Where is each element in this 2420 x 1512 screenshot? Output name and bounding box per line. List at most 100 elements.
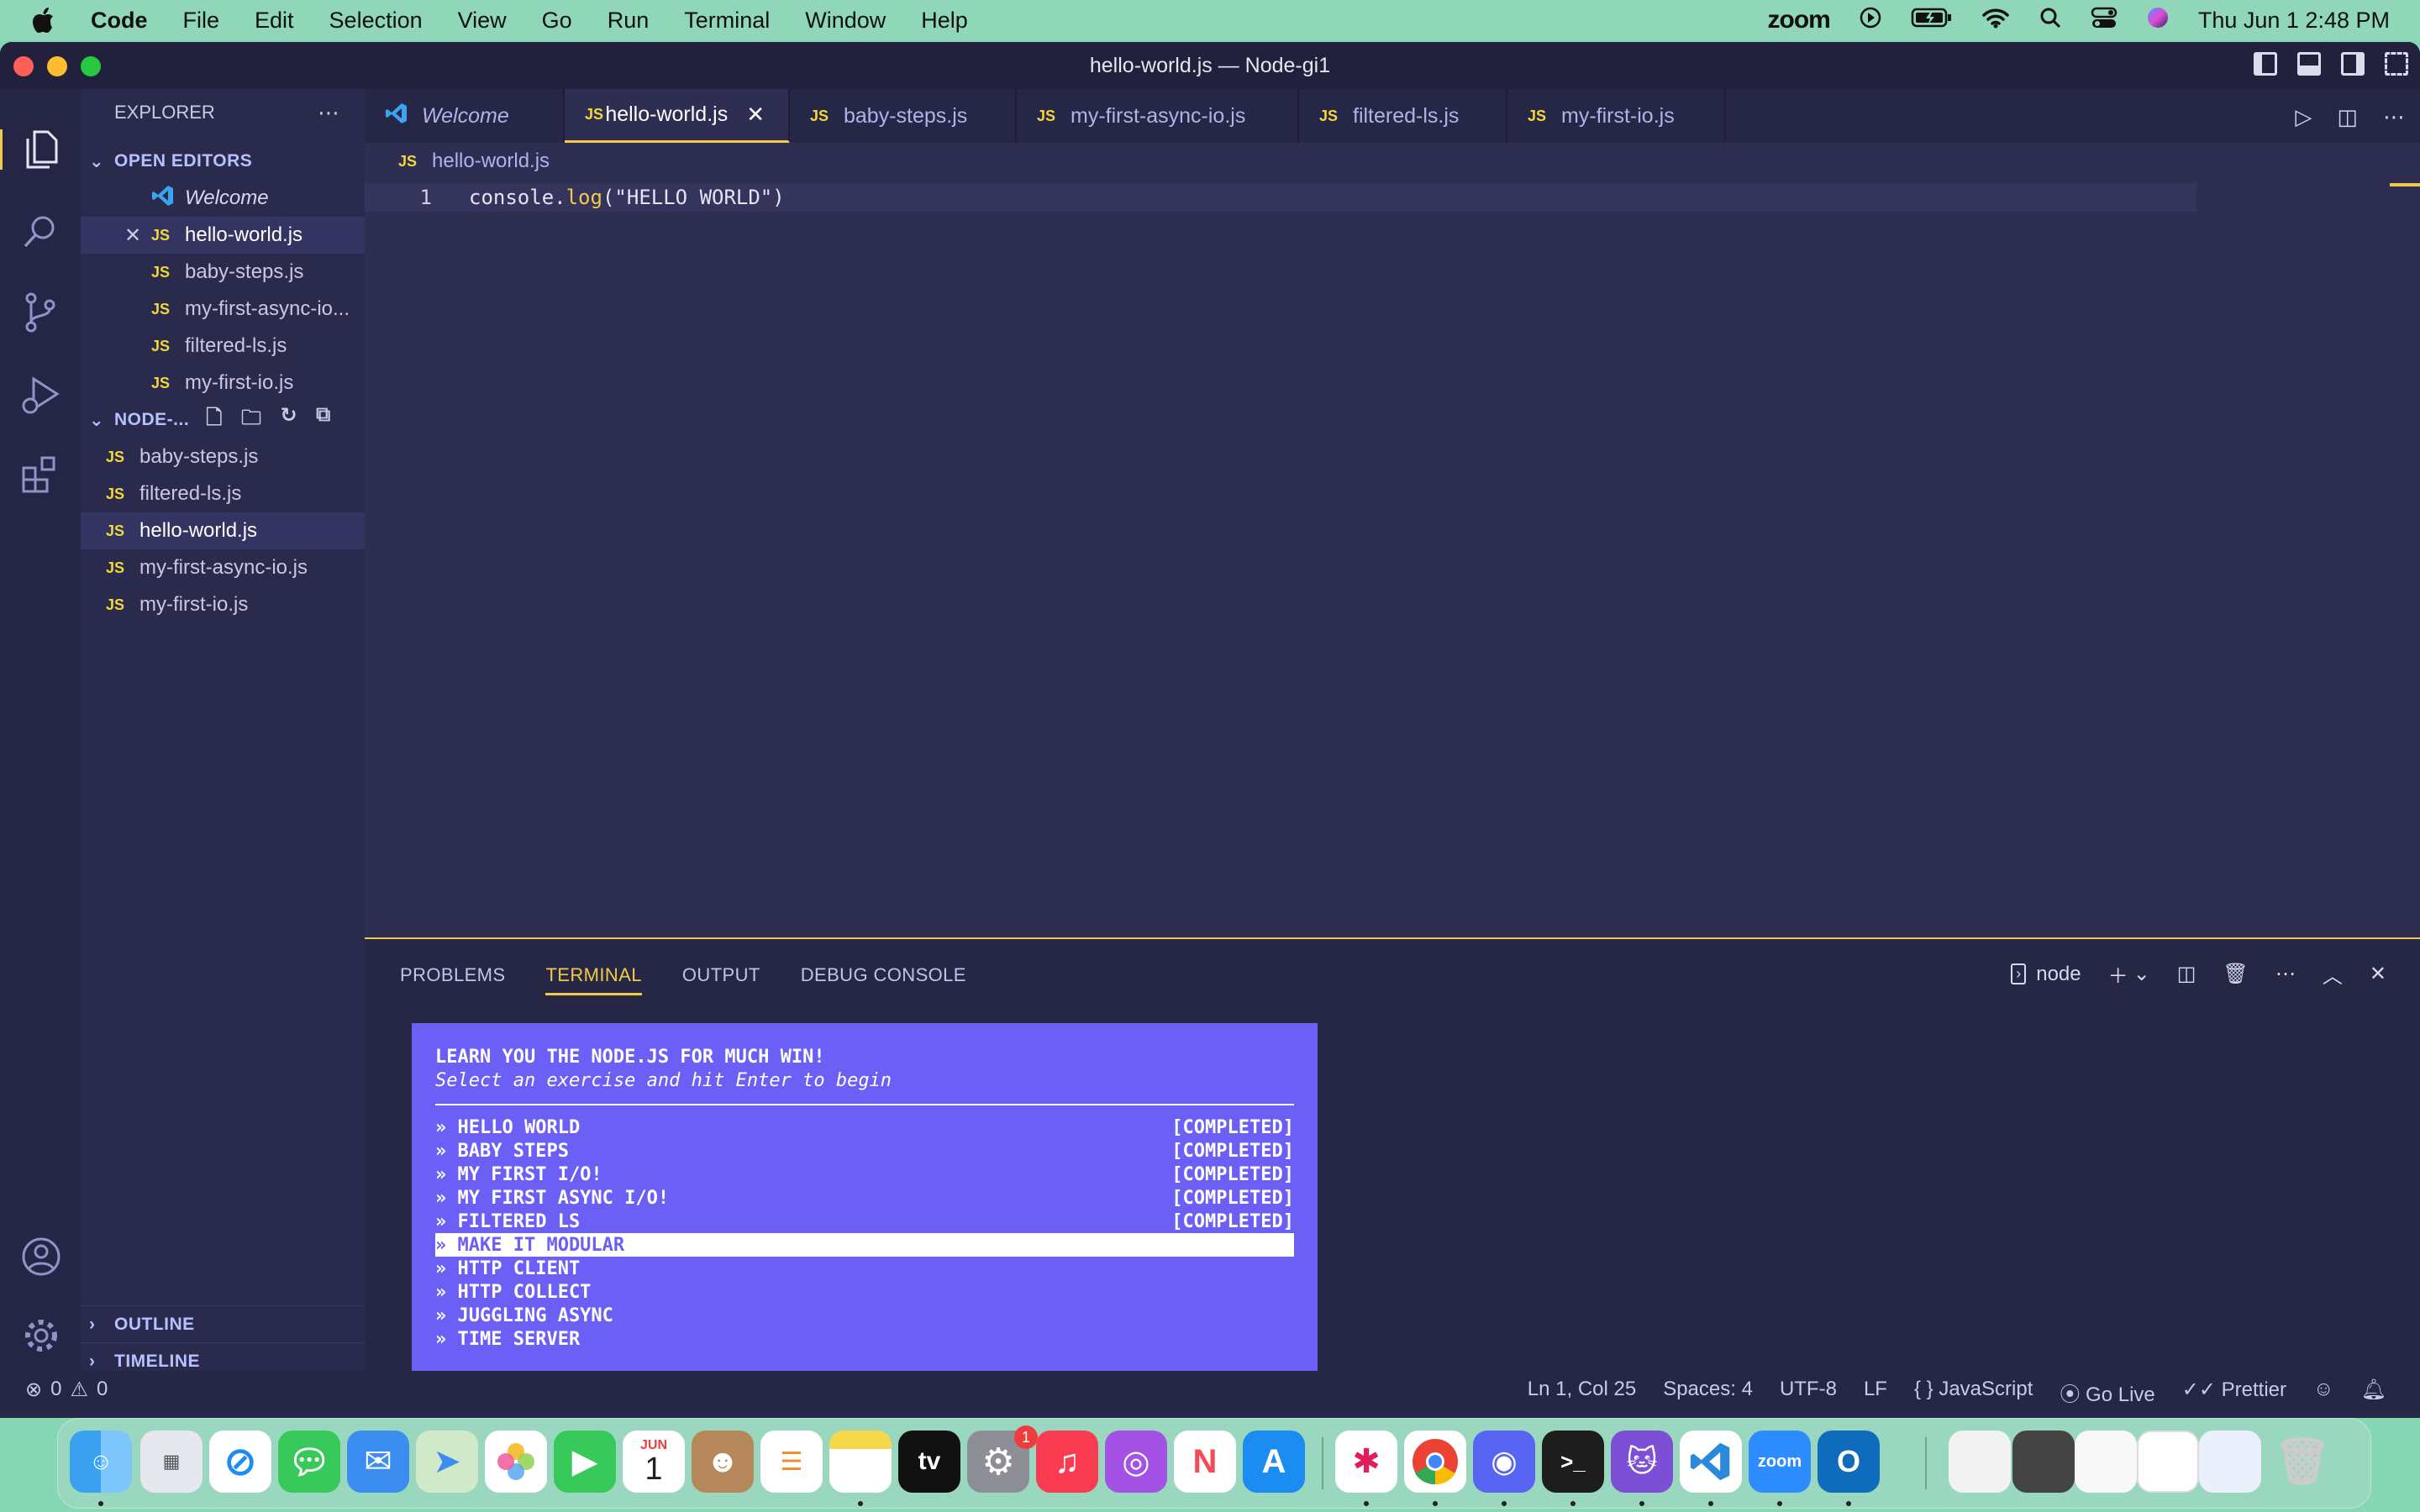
exercise-item[interactable]: » HELLO WORLD [COMPLETED] bbox=[435, 1116, 1294, 1139]
tab-my-first-io[interactable]: JS my-first-io.js bbox=[1507, 89, 1726, 143]
menu-view[interactable]: View bbox=[458, 8, 507, 34]
problems-indicator[interactable]: ⊗ 0 ⚠ 0 bbox=[25, 1378, 108, 1402]
tab-hello-world[interactable]: JS hello-world.js ✕ bbox=[565, 89, 790, 143]
go-live-button[interactable]: ⦿ Go Live bbox=[2060, 1378, 2154, 1407]
calendar-icon[interactable]: JUN 1 bbox=[623, 1431, 685, 1493]
line-endings[interactable]: LF bbox=[1864, 1378, 1887, 1407]
toggle-secondary-sidebar-icon[interactable] bbox=[2341, 52, 2365, 76]
more-actions-icon[interactable]: ⋯ bbox=[318, 100, 339, 126]
photos-icon[interactable] bbox=[485, 1431, 547, 1493]
exercise-item[interactable]: » MY FIRST ASYNC I/O! [COMPLETED] bbox=[435, 1186, 1294, 1210]
open-editor-hello-world[interactable]: ✕ JS hello-world.js bbox=[81, 217, 365, 254]
tab-problems[interactable]: PROBLEMS bbox=[400, 964, 505, 995]
exercise-item[interactable]: » HTTP CLIENT bbox=[435, 1257, 1294, 1280]
document-thumbnail-icon[interactable] bbox=[1949, 1431, 2011, 1493]
file-filtered-ls[interactable]: JS filtered-ls.js bbox=[81, 475, 365, 512]
folder-section[interactable]: ⌄ NODE-... 🗋 🗀 ↻ ⧉ bbox=[81, 402, 365, 438]
menubar-clock[interactable]: Thu Jun 1 2:48 PM bbox=[2198, 8, 2390, 34]
outline-section[interactable]: › OUTLINE bbox=[81, 1305, 365, 1342]
close-panel-icon[interactable]: ✕ bbox=[2370, 962, 2386, 986]
chevron-down-icon[interactable]: ⌄ bbox=[2133, 962, 2150, 986]
collapse-all-icon[interactable]: ⧉ bbox=[316, 403, 331, 438]
siri-icon[interactable] bbox=[2146, 6, 2170, 35]
prettier-button[interactable]: ✓✓ Prettier bbox=[2182, 1378, 2286, 1407]
exercise-item[interactable]: » BABY STEPS [COMPLETED] bbox=[435, 1139, 1294, 1163]
file-baby-steps[interactable]: JS baby-steps.js bbox=[81, 438, 365, 475]
notes-icon[interactable] bbox=[829, 1431, 892, 1493]
control-center-icon[interactable] bbox=[2091, 6, 2118, 35]
exercise-item[interactable]: » MY FIRST I/O! [COMPLETED] bbox=[435, 1163, 1294, 1186]
run-icon[interactable]: ▷ bbox=[2295, 104, 2312, 130]
code-line[interactable]: 1 console.log("HELLO WORLD") bbox=[365, 183, 2196, 212]
apple-tv-icon[interactable]: tv bbox=[898, 1431, 960, 1493]
new-terminal-icon[interactable]: ＋ bbox=[2108, 959, 2128, 989]
open-editor-my-first-async-io[interactable]: JS my-first-async-io... bbox=[81, 291, 365, 328]
trash-icon[interactable]: 🗑 bbox=[2223, 962, 2248, 986]
customize-layout-icon[interactable] bbox=[2385, 52, 2408, 76]
breadcrumb-file[interactable]: hello-world.js bbox=[432, 150, 550, 173]
more-actions-icon[interactable]: ⋯ bbox=[2383, 104, 2405, 130]
github-desktop-icon[interactable]: 🐱︎ bbox=[1611, 1431, 1673, 1493]
run-debug-icon[interactable] bbox=[20, 375, 60, 415]
language-mode[interactable]: { } JavaScript bbox=[1914, 1378, 2033, 1407]
menu-go[interactable]: Go bbox=[542, 8, 572, 34]
toggle-primary-sidebar-icon[interactable] bbox=[2254, 52, 2277, 76]
maximize-panel-icon[interactable]: ︿ bbox=[2323, 959, 2343, 989]
menu-file[interactable]: File bbox=[183, 8, 220, 34]
search-icon[interactable] bbox=[20, 212, 60, 252]
feedback-icon[interactable]: ☺ bbox=[2313, 1378, 2334, 1407]
settings-gear-icon[interactable] bbox=[20, 1315, 60, 1356]
tab-my-first-async-io[interactable]: JS my-first-async-io.js bbox=[1017, 89, 1299, 143]
exercise-item[interactable]: » JUGGLING ASYNC bbox=[435, 1304, 1294, 1327]
file-my-first-io[interactable]: JS my-first-io.js bbox=[81, 586, 365, 623]
menu-edit[interactable]: Edit bbox=[255, 8, 294, 34]
split-editor-icon[interactable]: ◫ bbox=[2337, 104, 2358, 130]
finder-icon[interactable]: ☺ bbox=[70, 1431, 132, 1493]
search-icon[interactable] bbox=[2039, 6, 2062, 35]
tab-welcome[interactable]: Welcome bbox=[365, 89, 565, 143]
tab-debug-console[interactable]: DEBUG CONSOLE bbox=[801, 964, 966, 995]
close-icon[interactable]: ✕ bbox=[124, 223, 151, 248]
file-hello-world[interactable]: JS hello-world.js bbox=[81, 512, 365, 549]
open-editor-baby-steps[interactable]: JS baby-steps.js bbox=[81, 254, 365, 291]
menu-help[interactable]: Help bbox=[921, 8, 968, 34]
close-tab-icon[interactable]: ✕ bbox=[746, 102, 765, 128]
outlook-icon[interactable]: O bbox=[1818, 1431, 1880, 1493]
refresh-icon[interactable]: ↻ bbox=[280, 403, 297, 438]
tab-output[interactable]: OUTPUT bbox=[682, 964, 760, 995]
notifications-bell-icon[interactable]: 🔔︎ bbox=[2361, 1378, 2386, 1407]
facetime-icon[interactable]: ▶ bbox=[554, 1431, 616, 1493]
split-terminal-icon[interactable]: ◫ bbox=[2177, 962, 2196, 986]
explorer-icon[interactable] bbox=[0, 129, 81, 170]
battery-icon[interactable] bbox=[1911, 7, 1953, 34]
accounts-icon[interactable] bbox=[20, 1236, 60, 1277]
exercise-item[interactable]: » HTTP COLLECT bbox=[435, 1280, 1294, 1304]
menu-run[interactable]: Run bbox=[608, 8, 650, 34]
launchpad-icon[interactable]: ▦ bbox=[140, 1431, 203, 1493]
open-editors-section[interactable]: ⌄ OPEN EDITORS bbox=[81, 143, 365, 180]
file-my-first-async-io[interactable]: JS my-first-async-io.js bbox=[81, 549, 365, 586]
cursor-position[interactable]: Ln 1, Col 25 bbox=[1528, 1378, 1636, 1407]
contacts-icon[interactable]: ☻ bbox=[692, 1431, 754, 1493]
encoding[interactable]: UTF-8 bbox=[1780, 1378, 1837, 1407]
safari-icon[interactable]: ⊘ bbox=[209, 1431, 271, 1493]
terminal-app-icon[interactable]: >_ bbox=[1542, 1431, 1604, 1493]
indentation[interactable]: Spaces: 4 bbox=[1663, 1378, 1753, 1407]
trash-icon[interactable]: 🗑︎ bbox=[2271, 1431, 2333, 1493]
open-editor-my-first-io[interactable]: JS my-first-io.js bbox=[81, 365, 365, 402]
maximize-window-button[interactable] bbox=[81, 56, 101, 76]
minimize-window-button[interactable] bbox=[47, 56, 67, 76]
zoom-status-item[interactable]: zoom bbox=[1768, 6, 1831, 34]
news-icon[interactable]: N bbox=[1174, 1431, 1236, 1493]
app-store-icon[interactable]: A bbox=[1243, 1431, 1305, 1493]
window-thumbnail-icon[interactable] bbox=[2199, 1431, 2261, 1493]
exercise-item-selected[interactable]: » MAKE IT MODULAR bbox=[435, 1233, 1294, 1257]
tab-baby-steps[interactable]: JS baby-steps.js bbox=[790, 89, 1017, 143]
code-editor[interactable]: 1 console.log("HELLO WORLD") bbox=[365, 180, 2420, 979]
new-file-icon[interactable]: 🗋 bbox=[206, 403, 223, 438]
terminal-output[interactable]: LEARN YOU THE NODE.JS FOR MUCH WIN! Sele… bbox=[412, 1023, 1318, 1376]
close-window-button[interactable] bbox=[13, 56, 34, 76]
reminders-icon[interactable]: ☰ bbox=[760, 1431, 823, 1493]
chrome-icon[interactable] bbox=[1404, 1431, 1466, 1493]
apple-icon[interactable] bbox=[30, 6, 71, 34]
